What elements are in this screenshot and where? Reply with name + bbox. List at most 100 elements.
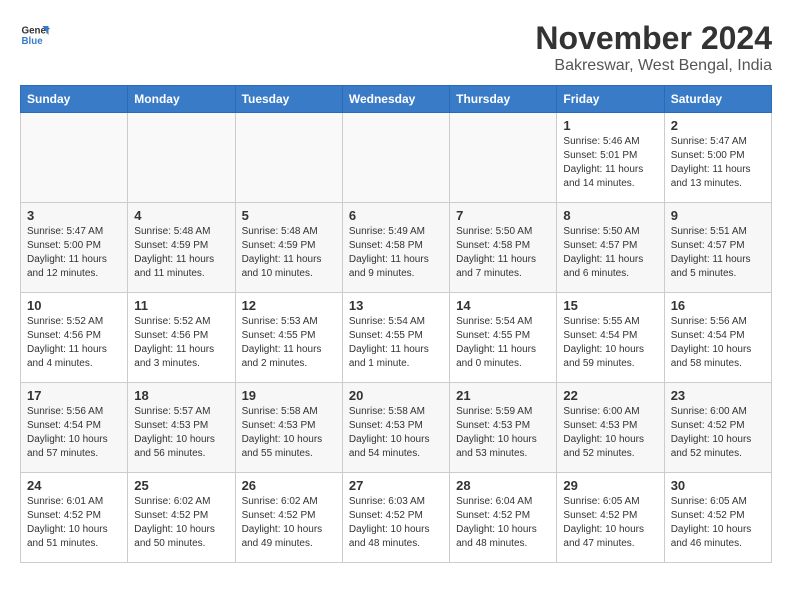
table-row: 21 Sunrise: 5:59 AMSunset: 4:53 PMDayligh… [450,383,557,473]
table-row: 18 Sunrise: 5:57 AMSunset: 4:53 PMDayligh… [128,383,235,473]
day-number: 26 [242,478,336,493]
table-row: 13 Sunrise: 5:54 AMSunset: 4:55 PMDayligh… [342,293,449,383]
svg-text:Blue: Blue [22,36,44,47]
day-number: 6 [349,208,443,223]
day-number: 23 [671,388,765,403]
table-row: 4 Sunrise: 5:48 AMSunset: 4:59 PMDaylight… [128,203,235,293]
day-info: Sunrise: 6:02 AMSunset: 4:52 PMDaylight:… [134,495,228,551]
day-info: Sunrise: 5:48 AMSunset: 4:59 PMDaylight:… [134,225,228,281]
header-saturday: Saturday [664,86,771,113]
day-info: Sunrise: 5:54 AMSunset: 4:55 PMDaylight:… [456,315,550,371]
day-info: Sunrise: 6:02 AMSunset: 4:52 PMDaylight:… [242,495,336,551]
day-info: Sunrise: 5:52 AMSunset: 4:56 PMDaylight:… [134,315,228,371]
table-row: 24 Sunrise: 6:01 AMSunset: 4:52 PMDayligh… [21,473,128,563]
day-info: Sunrise: 5:54 AMSunset: 4:55 PMDaylight:… [349,315,443,371]
day-info: Sunrise: 6:04 AMSunset: 4:52 PMDaylight:… [456,495,550,551]
header-wednesday: Wednesday [342,86,449,113]
day-number: 9 [671,208,765,223]
day-number: 15 [563,298,657,313]
day-number: 14 [456,298,550,313]
day-info: Sunrise: 6:05 AMSunset: 4:52 PMDaylight:… [671,495,765,551]
calendar-table: Sunday Monday Tuesday Wednesday Thursday… [20,85,772,563]
calendar-week-row: 10 Sunrise: 5:52 AMSunset: 4:56 PMDayligh… [21,293,772,383]
calendar-header-row: Sunday Monday Tuesday Wednesday Thursday… [21,86,772,113]
day-info: Sunrise: 5:58 AMSunset: 4:53 PMDaylight:… [349,405,443,461]
day-info: Sunrise: 5:51 AMSunset: 4:57 PMDaylight:… [671,225,765,281]
day-info: Sunrise: 5:57 AMSunset: 4:53 PMDaylight:… [134,405,228,461]
day-info: Sunrise: 6:00 AMSunset: 4:53 PMDaylight:… [563,405,657,461]
day-info: Sunrise: 5:53 AMSunset: 4:55 PMDaylight:… [242,315,336,371]
table-row: 10 Sunrise: 5:52 AMSunset: 4:56 PMDayligh… [21,293,128,383]
table-row: 1Sunrise: 5:46 AMSunset: 5:01 PMDaylight… [557,113,664,203]
day-info: Sunrise: 6:01 AMSunset: 4:52 PMDaylight:… [27,495,121,551]
day-info: Sunrise: 6:03 AMSunset: 4:52 PMDaylight:… [349,495,443,551]
day-info: Sunrise: 5:56 AMSunset: 4:54 PMDaylight:… [671,315,765,371]
table-row: 3 Sunrise: 5:47 AMSunset: 5:00 PMDaylight… [21,203,128,293]
day-info: Sunrise: 5:58 AMSunset: 4:53 PMDaylight:… [242,405,336,461]
table-row: 20 Sunrise: 5:58 AMSunset: 4:53 PMDayligh… [342,383,449,473]
day-info: Sunrise: 5:47 AMSunset: 5:00 PMDaylight:… [27,225,121,281]
header-thursday: Thursday [450,86,557,113]
table-row: 8 Sunrise: 5:50 AMSunset: 4:57 PMDaylight… [557,203,664,293]
month-title: November 2024 [535,20,772,57]
day-number: 16 [671,298,765,313]
table-row: 29 Sunrise: 6:05 AMSunset: 4:52 PMDayligh… [557,473,664,563]
day-number: 13 [349,298,443,313]
table-row: 19 Sunrise: 5:58 AMSunset: 4:53 PMDayligh… [235,383,342,473]
day-info: Sunrise: 6:05 AMSunset: 4:52 PMDaylight:… [563,495,657,551]
day-number: 21 [456,388,550,403]
logo: General Blue [20,20,50,50]
day-number: 8 [563,208,657,223]
calendar-week-row: 17Sunrise: 5:56 AMSunset: 4:54 PMDayligh… [21,383,772,473]
table-row: 23 Sunrise: 6:00 AMSunset: 4:52 PMDayligh… [664,383,771,473]
table-row: 11 Sunrise: 5:52 AMSunset: 4:56 PMDayligh… [128,293,235,383]
table-row: 26 Sunrise: 6:02 AMSunset: 4:52 PMDayligh… [235,473,342,563]
day-number: 20 [349,388,443,403]
table-row: 6 Sunrise: 5:49 AMSunset: 4:58 PMDaylight… [342,203,449,293]
table-row: 27Sunrise: 6:03 AMSunset: 4:52 PMDayligh… [342,473,449,563]
day-info: Sunrise: 5:46 AMSunset: 5:01 PMDaylight:… [563,135,657,191]
table-row: 22 Sunrise: 6:00 AMSunset: 4:53 PMDayligh… [557,383,664,473]
day-info: Sunrise: 5:50 AMSunset: 4:57 PMDaylight:… [563,225,657,281]
day-number: 28 [456,478,550,493]
table-row: 9 Sunrise: 5:51 AMSunset: 4:57 PMDaylight… [664,203,771,293]
table-row [21,113,128,203]
day-number: 11 [134,298,228,313]
table-row: 2Sunrise: 5:47 AMSunset: 5:00 PMDaylight… [664,113,771,203]
header-sunday: Sunday [21,86,128,113]
day-number: 12 [242,298,336,313]
table-row [235,113,342,203]
day-number: 5 [242,208,336,223]
day-number: 18 [134,388,228,403]
logo-icon: General Blue [20,20,50,50]
day-number: 22 [563,388,657,403]
table-row: 17Sunrise: 5:56 AMSunset: 4:54 PMDayligh… [21,383,128,473]
day-info: Sunrise: 5:55 AMSunset: 4:54 PMDaylight:… [563,315,657,371]
day-number: 3 [27,208,121,223]
day-number: 29 [563,478,657,493]
day-info: Sunrise: 5:48 AMSunset: 4:59 PMDaylight:… [242,225,336,281]
day-number: 7 [456,208,550,223]
table-row [342,113,449,203]
day-number: 4 [134,208,228,223]
day-number: 24 [27,478,121,493]
day-number: 10 [27,298,121,313]
day-number: 30 [671,478,765,493]
day-number: 25 [134,478,228,493]
page-header: General Blue November 2024 Bakreswar, We… [20,20,772,75]
day-info: Sunrise: 5:59 AMSunset: 4:53 PMDaylight:… [456,405,550,461]
table-row: 5 Sunrise: 5:48 AMSunset: 4:59 PMDaylight… [235,203,342,293]
day-info: Sunrise: 5:52 AMSunset: 4:56 PMDaylight:… [27,315,121,371]
title-area: November 2024 Bakreswar, West Bengal, In… [535,20,772,75]
header-monday: Monday [128,86,235,113]
day-info: Sunrise: 6:00 AMSunset: 4:52 PMDaylight:… [671,405,765,461]
day-info: Sunrise: 5:49 AMSunset: 4:58 PMDaylight:… [349,225,443,281]
table-row: 7 Sunrise: 5:50 AMSunset: 4:58 PMDaylight… [450,203,557,293]
table-row: 28 Sunrise: 6:04 AMSunset: 4:52 PMDayligh… [450,473,557,563]
day-info: Sunrise: 5:50 AMSunset: 4:58 PMDaylight:… [456,225,550,281]
table-row: 30 Sunrise: 6:05 AMSunset: 4:52 PMDayligh… [664,473,771,563]
day-number: 19 [242,388,336,403]
table-row: 25 Sunrise: 6:02 AMSunset: 4:52 PMDayligh… [128,473,235,563]
table-row: 12 Sunrise: 5:53 AMSunset: 4:55 PMDayligh… [235,293,342,383]
table-row [128,113,235,203]
